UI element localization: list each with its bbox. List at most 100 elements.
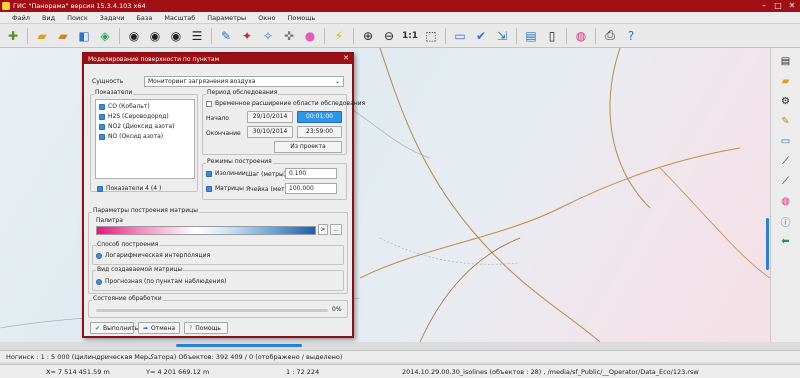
checkbox-icon <box>206 170 212 177</box>
surface-modeling-dialog: Моделирование поверхности по пунктам ✕ С… <box>82 52 365 338</box>
palette-browse-button[interactable]: ... <box>330 224 342 235</box>
add-object-icon[interactable]: ✧ <box>259 27 277 45</box>
matrix-type-radio[interactable]: Прогнозная (по пунктам наблюдения) <box>96 278 226 285</box>
main-toolbar: ✚ ▰ ▰ ◧ ◈ ◉ ◉ ◉ ☰ ✎ ✦ ✧ ✜ ● ⚡ ⊕ ⊖ 1:1 ⬚ … <box>0 24 800 48</box>
dialog-title-bar: Моделирование поверхности по пунктам ✕ <box>84 54 352 64</box>
checkbox-icon <box>97 185 103 192</box>
palette-next-button[interactable]: > <box>318 224 328 235</box>
step-input[interactable]: 0.100 <box>285 168 337 179</box>
binoculars-select-icon[interactable]: ◉ <box>167 27 185 45</box>
question-icon: ? <box>189 324 193 332</box>
scale-1-1-button[interactable]: 1:1 <box>401 27 419 45</box>
menu-scale[interactable]: Масштаб <box>158 14 201 22</box>
fit-window-icon[interactable]: ⬚ <box>422 27 440 45</box>
menu-tasks[interactable]: Задачи <box>94 14 131 22</box>
zoom-out-icon[interactable]: ⊖ <box>380 27 398 45</box>
help-pointer-icon[interactable]: ? <box>622 27 640 45</box>
menu-file[interactable]: Файл <box>6 14 36 22</box>
export-icon[interactable]: ⇲ <box>493 27 511 45</box>
start-label: Начало <box>206 115 229 122</box>
printer-icon[interactable]: ⎙ <box>601 27 619 45</box>
arrow-back-icon[interactable]: ⬅ <box>778 234 794 248</box>
indicators-list[interactable]: CO (Кобальт) H2S (Сероводород) NO2 (Диок… <box>95 99 195 179</box>
menu-window[interactable]: Окно <box>252 14 281 22</box>
isolines-checkbox[interactable]: Изолинии <box>206 170 246 177</box>
graph-icon[interactable]: ⟋ <box>778 154 794 168</box>
lightning-icon[interactable]: ⚡ <box>330 27 348 45</box>
checkmark-icon[interactable]: ✔ <box>472 27 490 45</box>
move-object-icon[interactable]: ✜ <box>280 27 298 45</box>
dialog-close-icon[interactable]: ✕ <box>343 54 349 62</box>
settings-icon[interactable]: ⚙ <box>778 94 794 108</box>
cancel-button[interactable]: ➡ Отмена <box>138 322 180 334</box>
menu-help[interactable]: Помощь <box>281 14 321 22</box>
menu-parameters[interactable]: Параметры <box>201 14 252 22</box>
temp-extension-checkbox[interactable]: Временное расширение области обследовани… <box>206 100 365 107</box>
binoculars-search-icon[interactable]: ◉ <box>146 27 164 45</box>
palette-gradient[interactable] <box>96 226 316 235</box>
edit-icon[interactable]: ✎ <box>778 114 794 128</box>
minimize-button[interactable]: – <box>759 1 769 11</box>
select-object-icon[interactable]: ✦ <box>238 27 256 45</box>
checkbox-icon <box>99 123 105 130</box>
y-coordinate: Y= 4 201 669.12 m <box>146 368 210 376</box>
x-coordinate: X= 7 514 451.59 m <box>46 368 110 376</box>
folder-icon[interactable]: ▰ <box>778 74 794 88</box>
line-chart-icon[interactable]: ⟋ <box>778 174 794 188</box>
list-item[interactable]: H2S (Сероводород) <box>99 113 169 120</box>
layers-icon[interactable]: ◧ <box>75 27 93 45</box>
menu-database[interactable]: База <box>130 14 158 22</box>
window-icon[interactable]: ▭ <box>451 27 469 45</box>
color-dots-icon[interactable]: ◍ <box>778 194 794 208</box>
end-time-field[interactable]: 23:59:00 <box>297 126 342 138</box>
progress-bar <box>96 309 328 312</box>
new-file-icon[interactable]: ✚ <box>4 27 22 45</box>
method-radio[interactable]: Логарифмическая интерполяция <box>96 252 210 259</box>
run-button[interactable]: ✔ Выполнить <box>90 322 138 334</box>
status-bar-coordinates: X= 7 514 451.59 m Y= 4 201 669.12 m 1 : … <box>0 364 800 378</box>
open-folder-icon[interactable]: ▰ <box>33 27 51 45</box>
maximize-button[interactable]: □ <box>773 1 783 11</box>
cell-input[interactable]: 100.000 <box>285 183 337 194</box>
dialog-title: Моделирование поверхности по пунктам <box>88 55 220 63</box>
zoom-in-icon[interactable]: ⊕ <box>359 27 377 45</box>
from-project-button[interactable]: Из проекта <box>274 141 342 153</box>
help-button[interactable]: ? Помощь <box>184 322 228 334</box>
color-wheel-icon[interactable]: ◍ <box>572 27 590 45</box>
close-window-button[interactable]: ✕ <box>787 1 797 11</box>
menu-view[interactable]: Вид <box>36 14 61 22</box>
binoculars-icon[interactable]: ◉ <box>125 27 143 45</box>
window-icon-right[interactable]: ▭ <box>778 134 794 148</box>
end-label: Окончание <box>206 130 241 137</box>
open-map-icon[interactable]: ▰ <box>54 27 72 45</box>
step-label: Шаг (метры) <box>246 171 287 178</box>
period-group-title: Период обследования <box>206 89 279 96</box>
entity-dropdown[interactable]: Мониторинг загрязнения воздуха ⌄ <box>144 76 344 87</box>
window-title: ГИС "Панорама" версия 15.3.4.103 x64 <box>13 2 146 10</box>
modes-group-title: Режимы построения <box>206 158 273 165</box>
list-item[interactable]: NO2 (Диоксид азота) <box>99 123 174 130</box>
horizontal-scrollbar[interactable] <box>176 344 302 347</box>
indicators-count-checkbox[interactable]: Показатели 4 (4 ) <box>97 185 161 192</box>
list-item[interactable]: CO (Кобальт) <box>99 103 150 110</box>
layer-info: 2014.10.29.00.30_isolines (объектов : 28… <box>402 368 699 376</box>
indicators-group-title: Показатели <box>94 89 134 96</box>
list-item[interactable]: NO (Оксид азота) <box>99 133 163 140</box>
end-date-field[interactable]: 30/10/2014 <box>247 126 293 138</box>
vertical-scrollbar[interactable] <box>766 218 769 270</box>
document-icon[interactable]: ▯ <box>543 27 561 45</box>
info-icon[interactable]: ⓘ <box>778 214 794 229</box>
matrices-checkbox[interactable]: Матрицы <box>206 185 244 192</box>
start-time-field[interactable]: 00:01:00 <box>297 111 342 123</box>
layers-stack-icon[interactable]: ◈ <box>96 27 114 45</box>
display-icon[interactable]: ▤ <box>522 27 540 45</box>
matrix-params-group-title: Параметры построения матрицы <box>92 207 199 214</box>
checkbox-icon <box>206 100 212 107</box>
menu-bar: Файл Вид Поиск Задачи База Масштаб Парам… <box>0 12 800 24</box>
palette-icon[interactable]: ● <box>301 27 319 45</box>
start-date-field[interactable]: 29/10/2014 <box>247 111 293 123</box>
stack-icon[interactable]: ▤ <box>778 54 794 68</box>
edit-object-icon[interactable]: ✎ <box>217 27 235 45</box>
menu-search[interactable]: Поиск <box>61 14 94 22</box>
list-icon[interactable]: ☰ <box>188 27 206 45</box>
